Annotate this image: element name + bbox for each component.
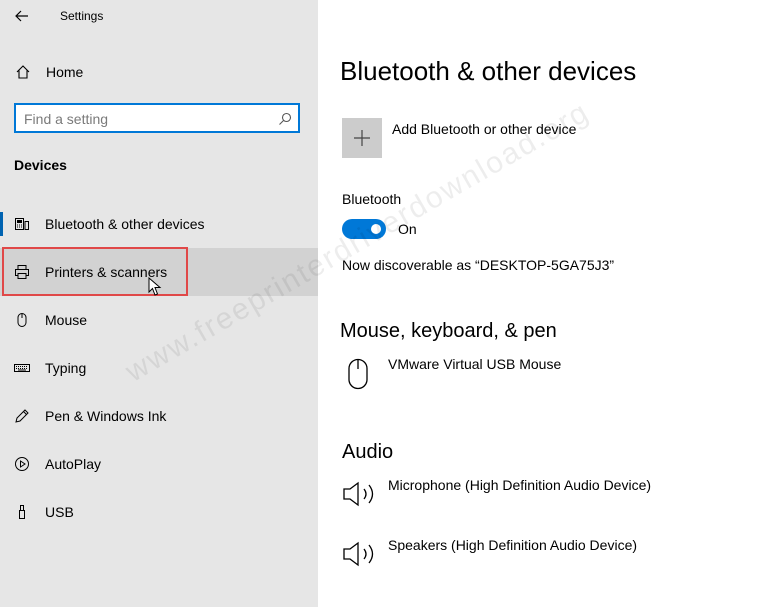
bluetooth-devices-icon bbox=[15, 218, 29, 230]
device-name: Speakers (High Definition Audio Device) bbox=[388, 537, 638, 553]
device-name: VMware Virtual USB Mouse bbox=[388, 356, 562, 372]
search-input[interactable] bbox=[24, 110, 264, 128]
sidebar-item-bluetooth[interactable]: Bluetooth & other devices bbox=[0, 200, 318, 248]
bluetooth-toggle[interactable] bbox=[342, 219, 386, 239]
sidebar-item-label: Pen & Windows Ink bbox=[45, 408, 167, 424]
sidebar-item-mouse[interactable]: Mouse bbox=[0, 296, 318, 344]
selected-indicator bbox=[0, 212, 3, 236]
device-item[interactable]: Microphone (High Definition Audio Device… bbox=[340, 472, 760, 516]
pen-icon bbox=[15, 409, 29, 423]
discoverable-text: Now discoverable as “DESKTOP-5GA75J3” bbox=[342, 257, 615, 273]
window-title: Settings bbox=[60, 9, 104, 23]
sidebar: Settings Home Devices Bluetooth & other … bbox=[0, 0, 318, 607]
sidebar-item-label: Typing bbox=[45, 360, 87, 376]
speaker-icon bbox=[343, 481, 374, 507]
page-title: Bluetooth & other devices bbox=[340, 56, 637, 86]
home-link[interactable]: Home bbox=[0, 56, 318, 88]
bluetooth-state-label: On bbox=[398, 221, 417, 237]
device-item[interactable]: VMware Virtual USB Mouse bbox=[340, 352, 760, 396]
add-device-button[interactable] bbox=[342, 118, 382, 158]
sidebar-item-label: AutoPlay bbox=[45, 456, 102, 472]
speaker-icon bbox=[343, 541, 374, 567]
home-label: Home bbox=[46, 64, 84, 80]
keyboard-icon bbox=[14, 364, 30, 372]
back-arrow-icon[interactable] bbox=[14, 8, 30, 24]
sidebar-item-pen[interactable]: Pen & Windows Ink bbox=[0, 392, 318, 440]
autoplay-icon bbox=[15, 457, 29, 471]
plus-icon bbox=[354, 130, 370, 146]
sidebar-item-label: USB bbox=[45, 504, 74, 520]
sidebar-item-label: Mouse bbox=[45, 312, 88, 328]
audio-section-title: Audio bbox=[342, 441, 394, 463]
search-icon[interactable] bbox=[278, 112, 292, 126]
mouse-icon bbox=[348, 358, 368, 390]
sidebar-item-label: Bluetooth & other devices bbox=[45, 216, 205, 232]
toggle-knob bbox=[371, 224, 381, 234]
section-title: Devices bbox=[14, 157, 67, 173]
bluetooth-label: Bluetooth bbox=[342, 191, 402, 207]
device-name: Microphone (High Definition Audio Device… bbox=[388, 477, 652, 493]
usb-icon bbox=[19, 505, 25, 519]
mouse-icon bbox=[17, 313, 27, 327]
sidebar-item-typing[interactable]: Typing bbox=[0, 344, 318, 392]
sidebar-item-autoplay[interactable]: AutoPlay bbox=[0, 440, 318, 488]
mouse-cursor-icon bbox=[148, 277, 162, 296]
device-item[interactable]: Speakers (High Definition Audio Device) bbox=[340, 532, 760, 576]
sidebar-item-usb[interactable]: USB bbox=[0, 488, 318, 536]
home-icon bbox=[16, 65, 30, 79]
mouse-section-title: Mouse, keyboard, & pen bbox=[340, 320, 557, 342]
search-box[interactable] bbox=[14, 103, 300, 133]
add-device-label[interactable]: Add Bluetooth or other device bbox=[392, 121, 576, 137]
